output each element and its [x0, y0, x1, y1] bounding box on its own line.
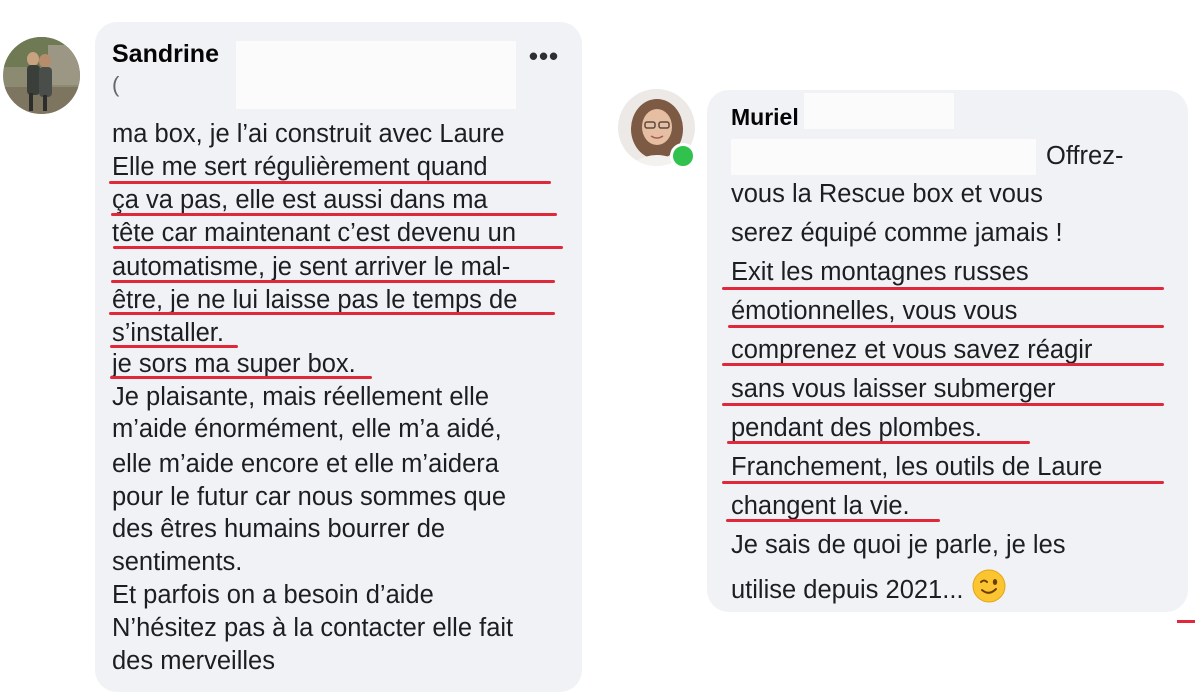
comment-line: elle m’aide encore et elle m’aidera: [112, 450, 499, 478]
comment-line: N’hésitez pas à la contacter elle fait: [112, 614, 514, 642]
highlight-underline: [726, 519, 940, 522]
comment-line: serez équipé comme jamais !: [731, 219, 1063, 247]
comment-author-muriel[interactable]: Muriel: [731, 104, 799, 131]
comment-line: je sors ma super box.: [112, 350, 356, 378]
sandrine-avatar[interactable]: [3, 37, 80, 114]
comment-line: des merveilles: [112, 647, 275, 675]
comment-line: sentiments.: [112, 548, 243, 576]
winking-face-icon: [972, 569, 1006, 610]
highlight-underline: [109, 312, 555, 315]
comment-line: des êtres humains bourrer de: [112, 515, 446, 543]
comment-line: Je sais de quoi je parle, je les: [731, 531, 1066, 559]
comment-line: Elle me sert régulièrement quand: [112, 153, 488, 181]
comment-line: m’aide énormément, elle m’a aidé,: [112, 415, 502, 443]
highlight-underline: [1177, 620, 1195, 623]
comment-line: Offrez-: [1046, 142, 1124, 170]
highlight-underline: [728, 325, 1164, 328]
comment-line: tête car maintenant c’est devenu un: [112, 219, 517, 247]
comment-line: émotionnelles, vous vous: [731, 297, 1018, 325]
comment-line: Exit les montagnes russes: [731, 258, 1029, 286]
highlight-underline: [110, 376, 372, 379]
comment-line: automatisme, je sent arriver le mal-: [112, 253, 511, 281]
comment-line: changent la vie.: [731, 492, 910, 520]
highlight-underline: [111, 280, 555, 283]
more-options-button[interactable]: •••: [527, 42, 561, 72]
comment-line: ça va pas, elle est aussi dans ma: [112, 186, 488, 214]
comment-last-line: utilise depuis 2021...: [731, 569, 1006, 604]
online-status-dot: [670, 143, 696, 169]
highlight-underline: [722, 363, 1164, 366]
redacted-area: [804, 93, 954, 129]
comment-line: pour le futur car nous sommes que: [112, 483, 507, 511]
redacted-area: [731, 139, 1036, 175]
comment-line: être, je ne lui laisse pas le temps de: [112, 286, 518, 314]
highlight-underline: [722, 481, 1164, 484]
redacted-area: [236, 41, 516, 109]
comment-line: utilise depuis 2021...: [731, 576, 964, 604]
comment-line: pendant des plombes.: [731, 414, 982, 442]
highlight-underline: [111, 213, 557, 216]
comment-author-sandrine[interactable]: Sandrine: [112, 40, 219, 69]
comment-line: sans vous laisser submerger: [731, 375, 1056, 403]
comment-line: Et parfois on a besoin d’aide: [112, 581, 434, 609]
comment-line: ma box, je l’ai construit avec Laure: [112, 120, 505, 148]
highlight-underline: [727, 441, 1030, 444]
comment-subline: (: [112, 72, 120, 97]
highlight-underline: [113, 246, 563, 249]
comment-line: Franchement, les outils de Laure: [731, 453, 1103, 481]
highlight-underline: [722, 287, 1164, 290]
highlight-underline: [110, 345, 238, 348]
comment-line: s’installer.: [112, 319, 224, 347]
highlight-underline: [722, 403, 1164, 406]
comment-line: comprenez et vous savez réagir: [731, 336, 1093, 364]
highlight-underline: [109, 181, 551, 184]
comment-line: Je plaisante, mais réellement elle: [112, 383, 490, 411]
comment-line: vous la Rescue box et vous: [731, 180, 1043, 208]
